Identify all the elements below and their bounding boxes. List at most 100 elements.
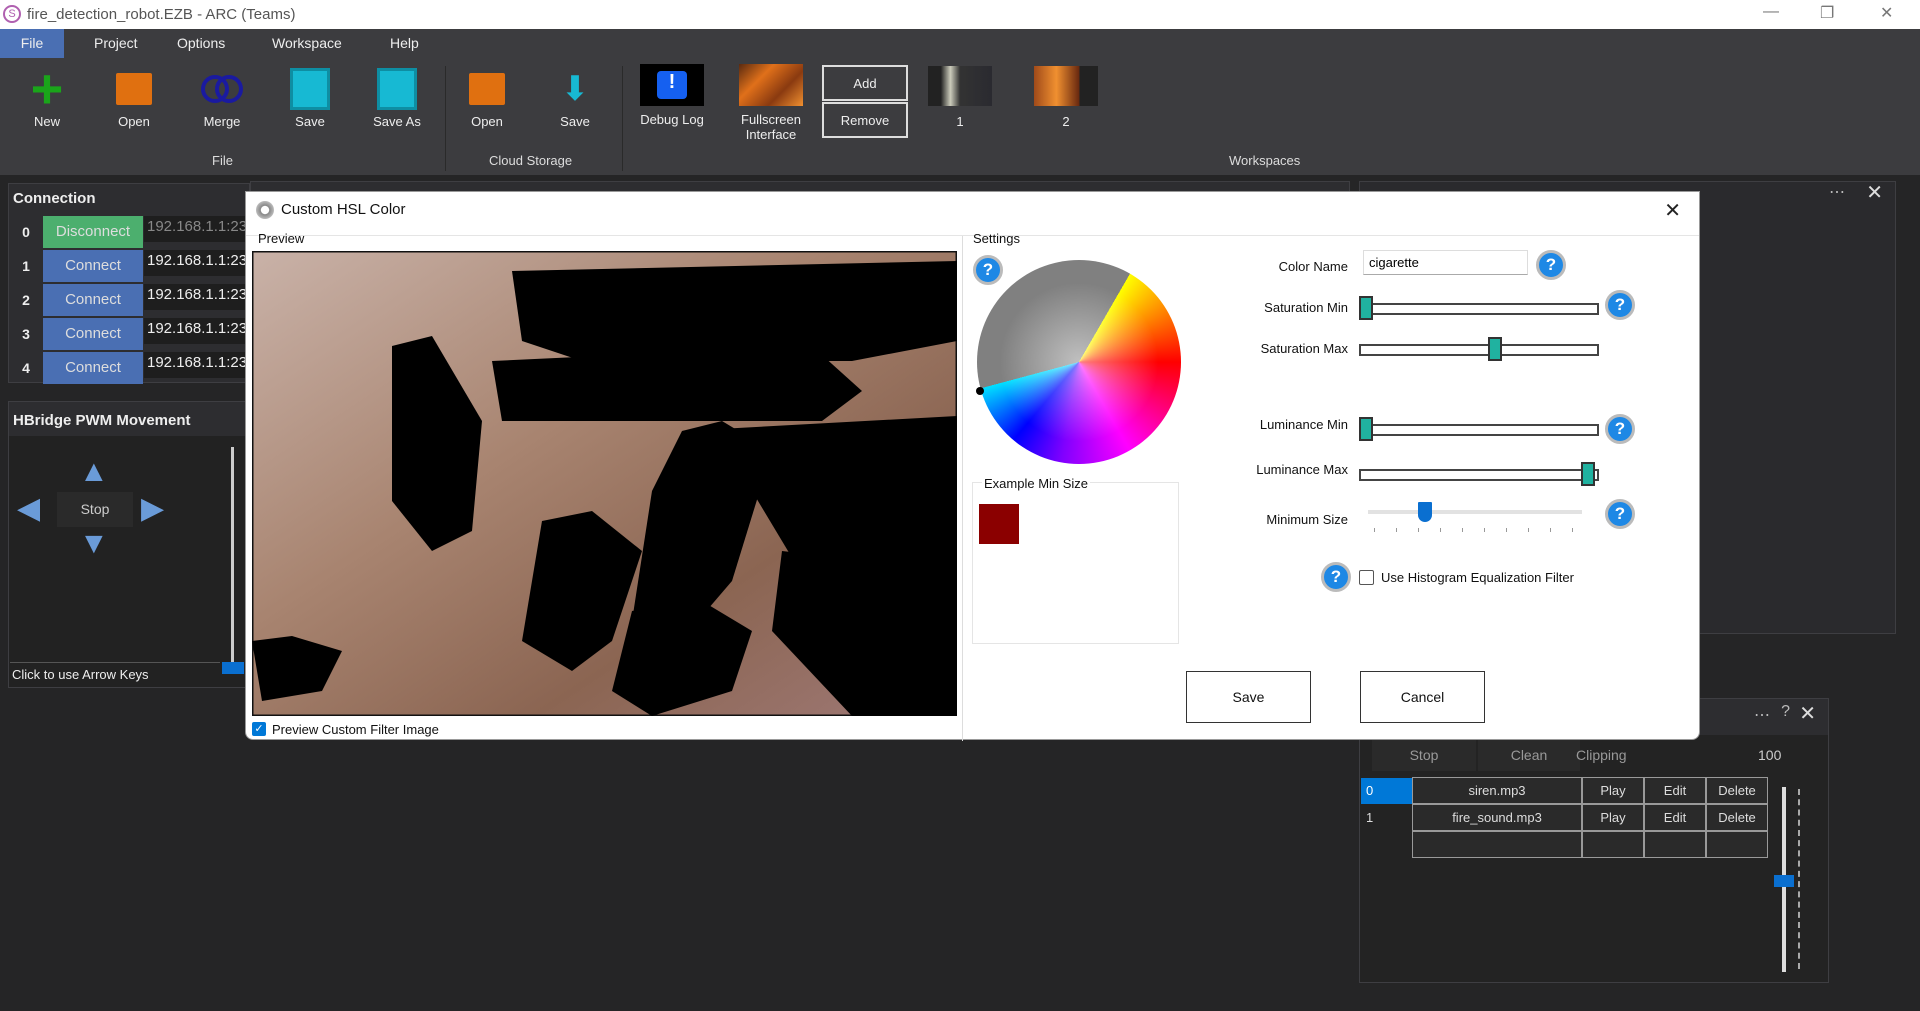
arrow-left-button[interactable]: ◀ (17, 491, 40, 526)
help-icon[interactable]: ? (1781, 703, 1790, 721)
dialog-close-button[interactable]: ✕ (1664, 198, 1681, 223)
connect-button[interactable]: Connect (43, 318, 143, 350)
save-label: Save (295, 114, 325, 129)
help-icon[interactable]: ? (1321, 562, 1351, 592)
stop-button[interactable]: Stop (1372, 739, 1476, 771)
menu-workspace[interactable]: Workspace (260, 29, 354, 58)
arrow-keys-button[interactable]: Click to use Arrow Keys (10, 662, 220, 686)
cloud-open-button[interactable]: Open (452, 62, 522, 129)
play-button[interactable]: Play (1582, 777, 1644, 804)
saturation-max-label: Saturation Max (1260, 341, 1348, 356)
connection-row: 1 Connect 192.168.1.1:23 (10, 250, 254, 283)
ip-field[interactable]: 192.168.1.1:23 (144, 352, 254, 378)
cloud-save-label: Save (560, 114, 590, 129)
minimize-button[interactable]: — (1763, 3, 1779, 21)
luminance-max-slider[interactable] (1359, 462, 1599, 486)
sound-panel: ⋯ ? ✕ Stop Clean Clipping 100 0 siren.mp… (1359, 698, 1829, 983)
ip-field[interactable]: 192.168.1.1:23 (144, 284, 254, 310)
slider-thumb[interactable] (1418, 502, 1432, 522)
connect-button[interactable]: Connect (43, 352, 143, 384)
cloud-group-label: Cloud Storage (489, 153, 573, 168)
save-as-button[interactable]: Save As (362, 62, 432, 129)
more-icon[interactable]: ⋯ (1829, 182, 1845, 202)
play-button[interactable]: Play (1582, 804, 1644, 831)
connect-button[interactable]: Connect (43, 250, 143, 282)
connect-button[interactable]: Connect (43, 284, 143, 316)
help-icon[interactable]: ? (1605, 290, 1635, 320)
dialog-title: Custom HSL Color (281, 201, 406, 218)
row-index: 1 (22, 258, 30, 274)
hbridge-panel: HBridge PWM Movement ▲ ◀ Stop ▶ ▼ Click … (8, 401, 250, 688)
speed-slider-track[interactable] (231, 447, 234, 662)
debug-log-button[interactable]: ! Debug Log (636, 64, 708, 127)
help-icon[interactable]: ? (1605, 499, 1635, 529)
edit-button[interactable]: Edit (1644, 777, 1706, 804)
more-icon[interactable]: ⋯ (1754, 705, 1770, 725)
speed-slider-thumb[interactable] (222, 662, 244, 674)
wheel-handle[interactable] (976, 387, 984, 395)
color-name-input[interactable] (1363, 250, 1528, 275)
help-icon[interactable]: ? (1536, 250, 1566, 280)
delete-button[interactable]: Delete (1706, 777, 1768, 804)
save-button[interactable]: Save (275, 62, 345, 129)
arrow-up-button[interactable]: ▲ (79, 455, 109, 489)
save-button[interactable]: Save (1186, 671, 1311, 723)
histogram-checkbox-label: Use Histogram Equalization Filter (1381, 570, 1574, 585)
menu-help[interactable]: Help (378, 29, 431, 58)
ip-field[interactable]: 192.168.1.1:23 (144, 318, 254, 344)
merge-button[interactable]: Merge (187, 62, 257, 129)
slider-thumb[interactable] (1359, 417, 1373, 441)
preview-label: Preview (258, 231, 305, 246)
disconnect-button[interactable]: Disconnect (43, 216, 143, 248)
workspace-1-button[interactable]: 1 (925, 66, 995, 129)
clean-button[interactable]: Clean (1478, 739, 1580, 771)
workspace-thumbnail (928, 66, 992, 106)
new-button[interactable]: + New (12, 61, 82, 130)
minimum-size-slider[interactable] (1368, 502, 1582, 522)
volume-slider-thumb[interactable] (1774, 875, 1794, 887)
debug-log-label: Debug Log (640, 112, 704, 127)
color-wheel[interactable] (976, 260, 1181, 464)
menu-options[interactable]: Options (165, 29, 237, 58)
add-workspace-button[interactable]: Add (822, 65, 908, 101)
row-index: 2 (22, 292, 30, 308)
file-group-label: File (212, 153, 233, 168)
saturation-max-slider[interactable] (1359, 337, 1599, 361)
luminance-min-slider[interactable] (1359, 417, 1599, 441)
stop-button[interactable]: Stop (57, 492, 133, 527)
floppy-icon (375, 68, 419, 110)
save-as-label: Save As (373, 114, 421, 129)
ip-field[interactable]: 192.168.1.1:23 (144, 216, 254, 242)
menu-file[interactable]: File (0, 29, 64, 58)
custom-hsl-color-dialog: Custom HSL Color ✕ Preview ✓ Preview Cus… (245, 191, 1700, 741)
help-icon[interactable]: ? (973, 255, 1003, 285)
close-icon[interactable]: ✕ (1866, 180, 1883, 205)
menu-project[interactable]: Project (82, 29, 150, 58)
connection-row: 4 Connect 192.168.1.1:23 (10, 352, 254, 385)
arrow-down-button[interactable]: ▼ (79, 527, 109, 561)
saturation-min-slider[interactable] (1359, 296, 1599, 320)
help-icon[interactable]: ? (1605, 414, 1635, 444)
merge-icon (200, 68, 244, 110)
slider-thumb[interactable] (1487, 337, 1502, 361)
arrow-right-button[interactable]: ▶ (141, 491, 164, 526)
fullscreen-interface-button[interactable]: Fullscreen Interface (731, 64, 811, 142)
slider-thumb[interactable] (1581, 462, 1595, 486)
cloud-open-label: Open (471, 114, 503, 129)
edit-button[interactable]: Edit (1644, 804, 1706, 831)
preview-checkbox[interactable]: ✓ (252, 722, 266, 736)
open-button[interactable]: Open (99, 62, 169, 129)
row-index-selected[interactable]: 0 (1361, 778, 1413, 804)
close-window-button[interactable]: ✕ (1880, 3, 1893, 23)
remove-workspace-button[interactable]: Remove (822, 102, 908, 138)
fullscreen-thumbnail-icon (739, 64, 803, 106)
ip-field[interactable]: 192.168.1.1:23 (144, 250, 254, 276)
cancel-button[interactable]: Cancel (1360, 671, 1485, 723)
workspace-2-button[interactable]: 2 (1031, 66, 1101, 129)
close-icon[interactable]: ✕ (1799, 701, 1816, 726)
slider-thumb[interactable] (1359, 296, 1373, 320)
histogram-checkbox[interactable] (1359, 570, 1374, 585)
delete-button[interactable]: Delete (1706, 804, 1768, 831)
cloud-save-button[interactable]: ⬇ Save (540, 62, 610, 129)
restore-button[interactable]: ❐ (1820, 3, 1834, 23)
